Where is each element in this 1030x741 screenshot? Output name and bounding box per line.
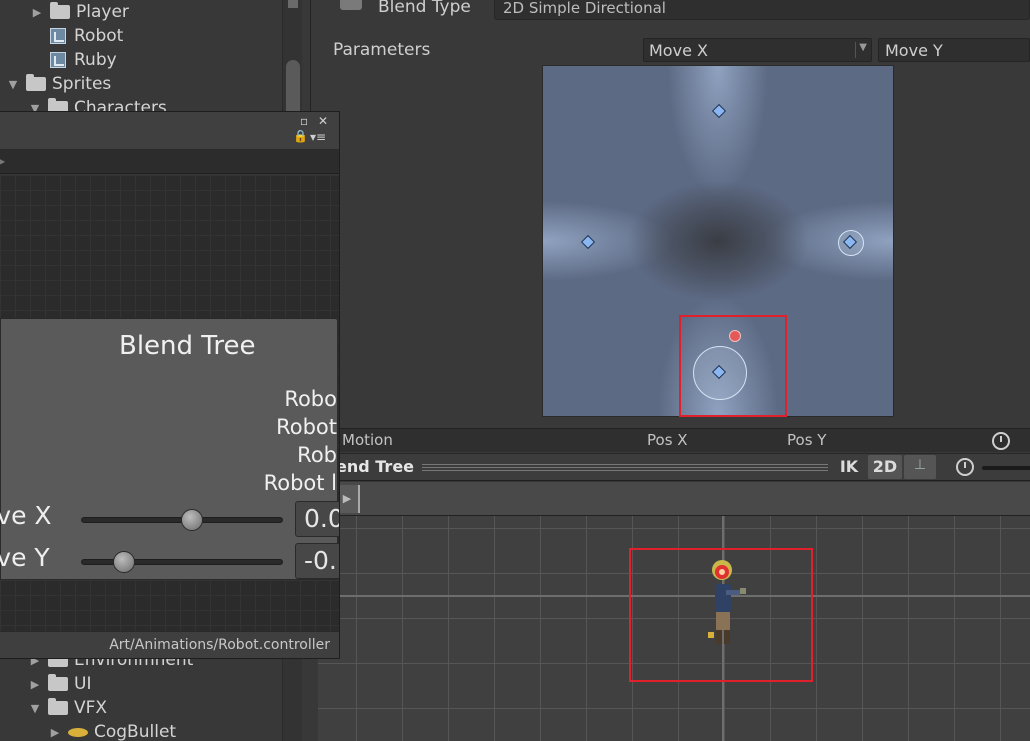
- motion-point-left[interactable]: [580, 234, 596, 250]
- move-y-label: ove Y: [0, 543, 50, 572]
- tree-item-ui[interactable]: ▶ UI: [28, 672, 91, 696]
- animation-asset-icon: [50, 52, 66, 68]
- move-y-value[interactable]: -0.: [295, 543, 339, 579]
- preview-title: end Tree: [336, 457, 415, 476]
- tree-item-label: Ruby: [74, 50, 117, 70]
- tree-item-robot[interactable]: Robot: [50, 24, 123, 48]
- parameter-y-value: Move Y: [885, 41, 943, 60]
- tree-item-label: CogBullet: [94, 722, 177, 741]
- maximize-icon[interactable]: ▫: [300, 114, 308, 128]
- animator-window: ▫ ✕ 🔒 ▾≡ ▶ Blend Tree Robo Robot Rob Rob…: [0, 111, 340, 659]
- move-x-label: ove X: [0, 501, 52, 530]
- tree-item-sprites[interactable]: ▼ Sprites: [6, 72, 111, 96]
- playback-speed-icon[interactable]: [956, 458, 974, 476]
- motion-point-up[interactable]: [711, 103, 727, 119]
- pivot-icon[interactable]: ⊥: [904, 455, 936, 479]
- move-y-slider[interactable]: [81, 551, 283, 573]
- blend-tree-node[interactable]: Blend Tree Robo Robot Rob Robot l ove X …: [0, 318, 339, 580]
- motion-column-header: Motion: [342, 431, 393, 449]
- move-x-slider[interactable]: [81, 509, 283, 531]
- highlight-box-graph: [679, 315, 787, 417]
- preview-toolbar: end Tree IK 2D ⊥: [336, 453, 1030, 481]
- tree-item-vfx[interactable]: ▼ VFX: [28, 696, 107, 720]
- tree-item-label: UI: [74, 674, 92, 694]
- tree-item-cogbullet[interactable]: ▶ CogBullet: [48, 720, 176, 741]
- blend-type-label: Blend Type: [378, 0, 471, 17]
- node-output-item: Robot l: [263, 471, 337, 495]
- animator-breadcrumb: ▶: [0, 150, 339, 174]
- node-output-item: Rob: [297, 443, 337, 467]
- controller-path: Art/Animations/Robot.controller: [109, 637, 330, 653]
- lock-icon[interactable]: 🔒: [293, 129, 308, 143]
- pos-y-column-header: Pos Y: [787, 431, 827, 449]
- expand-arrow-icon[interactable]: ▼: [6, 78, 20, 91]
- highlight-box-preview: [629, 548, 813, 682]
- move-x-value[interactable]: 0.0: [295, 501, 339, 537]
- breadcrumb-arrow-icon[interactable]: ▶: [0, 154, 5, 168]
- parameter-x-dropdown[interactable]: Move X ▼: [643, 38, 872, 62]
- mode-2d-button[interactable]: 2D: [868, 455, 902, 479]
- folder-icon: [26, 74, 46, 91]
- pos-x-column-header: Pos X: [647, 431, 688, 449]
- scroll-up-icon[interactable]: [288, 0, 298, 8]
- node-output-item: Robo: [284, 387, 337, 411]
- tree-item-ruby[interactable]: Ruby: [50, 48, 117, 72]
- parameter-x-value: Move X: [649, 41, 708, 60]
- motion-table-header: Motion Pos X Pos Y: [336, 428, 1030, 452]
- drag-handle[interactable]: [422, 464, 828, 472]
- playback-speed-slider[interactable]: [982, 466, 1030, 470]
- tree-item-label: VFX: [74, 698, 108, 718]
- expand-arrow-icon[interactable]: ▶: [30, 6, 44, 19]
- node-title: Blend Tree: [119, 331, 256, 361]
- tree-item-label: Sprites: [52, 74, 112, 94]
- folder-icon: [50, 2, 70, 19]
- menu-icon[interactable]: ▾≡: [310, 130, 326, 144]
- animator-footer: Art/Animations/Robot.controller: [0, 631, 339, 658]
- close-icon[interactable]: ✕: [318, 114, 328, 128]
- cog-sprite-icon: [68, 727, 88, 737]
- animator-titlebar[interactable]: ▫ ✕ 🔒 ▾≡: [0, 112, 339, 150]
- expand-arrow-icon[interactable]: ▼: [28, 702, 42, 715]
- animator-graph[interactable]: Blend Tree Robo Robot Rob Robot l ove X …: [0, 175, 339, 631]
- clock-icon[interactable]: [992, 432, 1010, 450]
- slider-thumb[interactable]: [112, 551, 135, 573]
- slider-thumb[interactable]: [181, 509, 203, 531]
- blend-type-dropdown[interactable]: 2D Simple Directional: [494, 0, 1030, 20]
- expand-arrow-icon[interactable]: ▶: [48, 726, 62, 739]
- tree-item-label: Robot: [74, 26, 124, 46]
- folder-icon: [48, 698, 68, 715]
- node-output-item: Robot: [276, 415, 337, 439]
- expand-arrow-icon[interactable]: ▶: [28, 678, 42, 691]
- tree-item-player[interactable]: ▶ Player: [30, 0, 129, 24]
- ik-toggle-button[interactable]: IK: [834, 455, 864, 479]
- tree-item-label: Player: [76, 2, 129, 22]
- animation-asset-icon: [50, 28, 66, 44]
- blend-tree-icon: [340, 0, 362, 10]
- parameters-label: Parameters: [333, 40, 431, 60]
- folder-icon: [48, 674, 68, 691]
- timeline-bar[interactable]: ▶: [336, 482, 1030, 516]
- chevron-down-icon: ▼: [855, 42, 867, 58]
- parameter-y-dropdown[interactable]: Move Y: [878, 38, 1030, 62]
